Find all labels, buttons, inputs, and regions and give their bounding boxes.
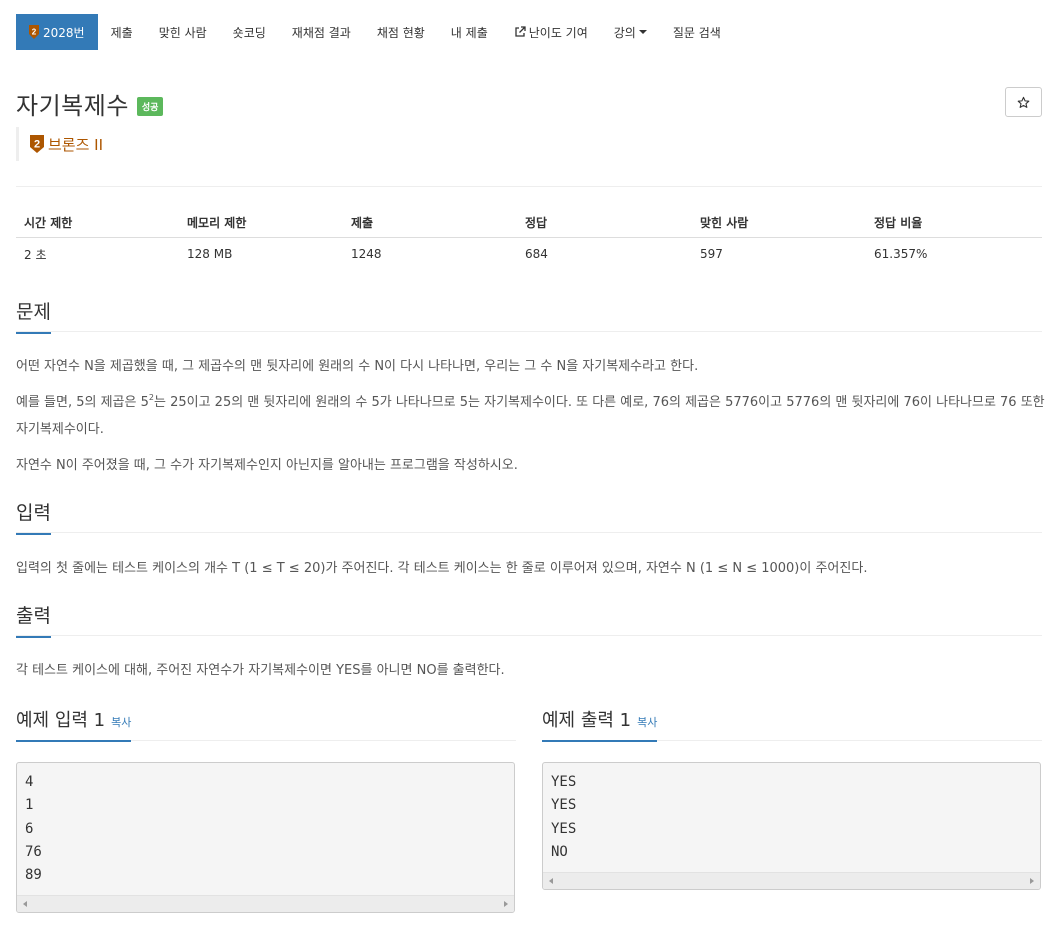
- nav-problem-number-label: 2028번: [43, 25, 85, 40]
- time-limit-value: 2 초: [24, 247, 47, 262]
- nav-rejudge-results[interactable]: 재채점 결과: [279, 14, 364, 50]
- nav-lecture-dropdown[interactable]: 강의: [601, 14, 660, 50]
- nav-my-submissions-label: 내 제출: [450, 25, 488, 40]
- submissions-value: 1248: [351, 247, 382, 261]
- tier-blockquote: 2 브론즈 II: [16, 127, 103, 161]
- nav-judge-status[interactable]: 채점 현황: [364, 14, 438, 50]
- bronze-medal-icon: 2: [29, 25, 39, 39]
- nav-submit-label: 제출: [110, 25, 133, 40]
- memory-limit-value: 128 MB: [187, 247, 233, 261]
- nav-submit[interactable]: 제출: [98, 14, 146, 50]
- sample-output-title: 예제 출력 1: [542, 710, 632, 731]
- copy-sample-input-link[interactable]: 복사: [111, 716, 131, 729]
- problem-description-heading: 문제: [16, 297, 1042, 334]
- problem-info-table: 시간 제한 메모리 제한 제출 정답 맞힌 사람 정답 비율 2 초 128 M…: [16, 208, 1042, 270]
- solved-users-value: 597: [700, 247, 723, 261]
- svg-text:2: 2: [34, 139, 40, 151]
- star-outline-icon: [1017, 96, 1030, 108]
- nav-lecture-label: 강의: [613, 25, 636, 40]
- scroll-left-arrow-icon[interactable]: [549, 878, 553, 885]
- copy-sample-output-link[interactable]: 복사: [637, 716, 657, 729]
- sample-output-title-wrap: 예제 출력 1 복사: [542, 706, 658, 742]
- status-badge: 성공: [136, 97, 164, 116]
- scroll-left-arrow-icon[interactable]: [23, 901, 27, 908]
- sample-input-title: 예제 입력 1: [16, 710, 106, 731]
- sample-input-line: 76: [25, 843, 42, 860]
- svg-text:2: 2: [32, 28, 37, 37]
- caret-down-icon: [638, 30, 647, 34]
- scroll-right-arrow-icon[interactable]: [504, 901, 508, 908]
- scroll-right-arrow-icon[interactable]: [1030, 878, 1034, 885]
- output-description: 각 테스트 케이스에 대해, 주어진 자연수가 자기복제수이면 YES를 아니면…: [16, 663, 505, 678]
- sample-input-line: 4: [25, 774, 34, 790]
- divider: [16, 186, 1042, 187]
- bronze-2-medal-icon: 2: [30, 135, 44, 153]
- input-description: 입력의 첫 줄에는 테스트 케이스의 개수 T (1 ≤ T ≤ 20)가 주어…: [16, 561, 868, 576]
- accept-ratio-value: 61.357%: [874, 247, 928, 261]
- sample-output-heading: 예제 출력 1 복사: [542, 706, 1042, 742]
- problem-description-p3: 자연수 N이 주어졌을 때, 그 수가 자기복제수인지 아닌지를 알아내는 프로…: [16, 458, 518, 473]
- horizontal-scrollbar[interactable]: [543, 872, 1040, 890]
- section-title-input: 입력: [16, 498, 51, 535]
- header-memory-limit: 메모리 제한: [187, 216, 247, 230]
- header-time-limit: 시간 제한: [24, 216, 73, 230]
- favorite-button[interactable]: [1005, 87, 1042, 117]
- sample-output-line: NO: [551, 843, 568, 860]
- horizontal-scrollbar[interactable]: [17, 895, 514, 913]
- problem-title-row: 자기복제수 성공: [16, 86, 164, 121]
- problem-menu: 2 2028번 제출 맞힌 사람 숏코딩 재채점 결과 채점 현황 내 제출 난…: [16, 14, 734, 50]
- sample-input-heading: 예제 입력 1 복사: [16, 706, 516, 742]
- sample-output-line: YES: [551, 774, 577, 790]
- sample-output-line: YES: [551, 797, 577, 814]
- problem-description-p1: 어떤 자연수 N을 제곱했을 때, 그 제곱수의 맨 뒷자리에 원래의 수 N이…: [16, 359, 699, 374]
- problem-description-p2-a: 예를 들면, 5의 제곱은 5: [16, 395, 149, 410]
- nav-solved-users-label: 맞힌 사람: [158, 25, 207, 40]
- section-title-output: 출력: [16, 601, 51, 638]
- sample-output-line: YES: [551, 820, 577, 837]
- header-accepted: 정답: [525, 216, 548, 230]
- table-header-row: 시간 제한 메모리 제한 제출 정답 맞힌 사람 정답 비율: [16, 208, 1042, 238]
- external-link-icon: [515, 26, 526, 37]
- input-heading: 입력: [16, 498, 1042, 535]
- nav-question-search-label: 질문 검색: [672, 25, 721, 40]
- nav-my-submissions[interactable]: 내 제출: [438, 14, 501, 50]
- output-heading: 출력: [16, 601, 1042, 638]
- table-row: 2 초 128 MB 1248 684 597 61.357%: [16, 238, 1042, 270]
- sample-input-title-wrap: 예제 입력 1 복사: [16, 706, 132, 742]
- nav-question-search[interactable]: 질문 검색: [660, 14, 734, 50]
- sample-input-text: 4 1 6 76 89: [17, 763, 514, 895]
- nav-problem-number[interactable]: 2 2028번: [16, 14, 98, 50]
- accepted-value: 684: [525, 247, 548, 261]
- sample-input-line: 6: [25, 820, 34, 837]
- nav-difficulty-contribution-label: 난이도 기여: [528, 25, 588, 40]
- sample-input-box[interactable]: 4 1 6 76 89: [16, 762, 515, 914]
- nav-short-coding[interactable]: 숏코딩: [220, 14, 279, 50]
- problem-description-p2-b: 는 25이고 25의 맨 뒷자리에 원래의 수 5가 나타나므로 5는 자기복제…: [16, 395, 1045, 437]
- tier-label[interactable]: 브론즈 II: [48, 134, 103, 155]
- nav-solved-users[interactable]: 맞힌 사람: [146, 14, 220, 50]
- nav-rejudge-results-label: 재채점 결과: [291, 25, 351, 40]
- section-title-problem: 문제: [16, 297, 51, 334]
- header-accept-ratio: 정답 비율: [874, 216, 923, 230]
- header-submissions: 제출: [351, 216, 374, 230]
- problem-description-p2: 예를 들면, 5의 제곱은 52는 25이고 25의 맨 뒷자리에 원래의 수 …: [16, 389, 1046, 443]
- sample-input-line: 89: [25, 867, 42, 884]
- nav-difficulty-contribution[interactable]: 난이도 기여: [501, 14, 601, 50]
- problem-title: 자기복제수: [16, 92, 129, 120]
- sample-output-text: YES YES YES NO: [543, 763, 1040, 872]
- header-solved-users: 맞힌 사람: [700, 216, 749, 230]
- sample-output-box[interactable]: YES YES YES NO: [542, 762, 1041, 891]
- sample-input-line: 1: [25, 797, 34, 814]
- nav-short-coding-label: 숏코딩: [232, 25, 266, 40]
- nav-judge-status-label: 채점 현황: [376, 25, 425, 40]
